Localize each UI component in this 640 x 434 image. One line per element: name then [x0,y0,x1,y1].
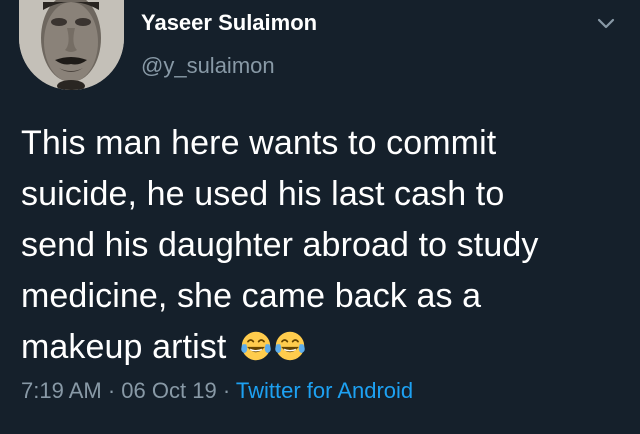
meta-separator: · [107,378,116,403]
tweet-time[interactable]: 7:19 AM [21,378,102,403]
tweet-text-line: medicine, she came back as a [21,277,482,315]
face-with-tears-of-joy-icon [241,331,272,361]
author-handle[interactable]: @y_sulaimon [141,53,275,79]
tweet-text-line: suicide, he used his last cash to [21,175,505,213]
meta-separator: · [222,378,231,403]
chevron-down-icon[interactable] [593,14,619,34]
tweet-date[interactable]: 06 Oct 19 [121,378,216,403]
tweet-text-line-last: makeup artist [21,322,626,373]
tweet: Yaseer Sulaimon @y_sulaimon This man her… [0,0,640,434]
face-with-tears-of-joy-icon [275,331,306,361]
tweet-text: This man here wants to commit suicide, h… [21,118,626,373]
tweet-text-line: send his daughter abroad to study [21,226,539,264]
tweet-text-last-words: makeup artist [21,328,227,366]
tweet-source-link[interactable]: Twitter for Android [236,378,413,403]
avatar[interactable] [19,0,124,90]
tweet-meta: 7:19 AM · 06 Oct 19 · Twitter for Androi… [21,378,413,404]
tweet-text-line: This man here wants to commit [21,124,497,162]
author-display-name[interactable]: Yaseer Sulaimon [141,10,317,36]
avatar-image [19,0,124,90]
